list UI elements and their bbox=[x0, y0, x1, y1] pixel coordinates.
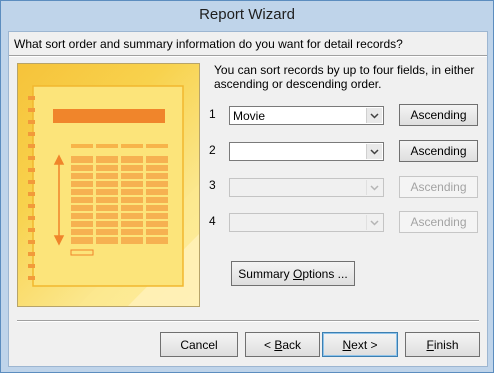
summary-options-button[interactable]: Summary Options ... bbox=[231, 261, 355, 286]
sort-order-4-button[interactable]: Ascending bbox=[399, 211, 478, 233]
window-title: Report Wizard bbox=[199, 6, 295, 23]
finish-label-accel: F bbox=[426, 337, 434, 352]
finish-button[interactable]: Finish bbox=[405, 332, 480, 357]
summary-options-label-accel: O bbox=[292, 266, 303, 281]
back-button[interactable]: < Back bbox=[245, 332, 320, 357]
sort-order-2-button[interactable]: Ascending bbox=[399, 140, 478, 162]
footer-separator bbox=[17, 320, 479, 322]
sort-field-1-combobox[interactable]: Movie bbox=[229, 106, 384, 125]
next-label-accel: N bbox=[342, 337, 352, 352]
sort-field-4-combobox[interactable] bbox=[229, 213, 384, 232]
wizard-question: What sort order and summary information … bbox=[14, 37, 403, 51]
sort-row-3-number: 3 bbox=[209, 178, 216, 192]
chevron-down-icon[interactable] bbox=[366, 108, 382, 123]
report-wizard-window: Report Wizard What sort order and summar… bbox=[0, 0, 494, 373]
report-layout-illustration bbox=[17, 63, 200, 307]
sort-row-2-number: 2 bbox=[209, 143, 216, 157]
sort-row-4-number: 4 bbox=[209, 214, 216, 228]
back-label-pre: < bbox=[263, 337, 275, 352]
next-label-post: ext > bbox=[351, 337, 378, 352]
title-bar[interactable]: Report Wizard bbox=[1, 1, 493, 31]
sort-order-3-button[interactable]: Ascending bbox=[399, 176, 478, 198]
finish-label-post: inish bbox=[433, 337, 459, 352]
chevron-down-icon[interactable] bbox=[366, 180, 382, 195]
summary-options-label-post: ptions ... bbox=[302, 266, 348, 281]
cancel-button[interactable]: Cancel bbox=[160, 332, 238, 357]
chevron-down-icon[interactable] bbox=[366, 144, 382, 159]
chevron-down-icon[interactable] bbox=[366, 215, 382, 230]
back-label-accel: B bbox=[274, 337, 283, 352]
back-label-post: ack bbox=[282, 337, 302, 352]
header-separator bbox=[9, 55, 487, 57]
sort-order-1-button[interactable]: Ascending bbox=[399, 104, 478, 126]
wizard-body: What sort order and summary information … bbox=[8, 31, 488, 367]
sort-field-2-combobox[interactable] bbox=[229, 142, 384, 161]
summary-options-label-pre: Summary bbox=[238, 266, 293, 281]
sort-field-1-value: Movie bbox=[233, 109, 266, 123]
sort-instructions: You can sort records by up to four field… bbox=[214, 63, 475, 91]
sort-row-1-number: 1 bbox=[209, 107, 216, 121]
report-layout-illustration-svg bbox=[28, 85, 199, 306]
next-button[interactable]: Next > bbox=[322, 332, 398, 357]
sort-field-3-combobox[interactable] bbox=[229, 178, 384, 197]
